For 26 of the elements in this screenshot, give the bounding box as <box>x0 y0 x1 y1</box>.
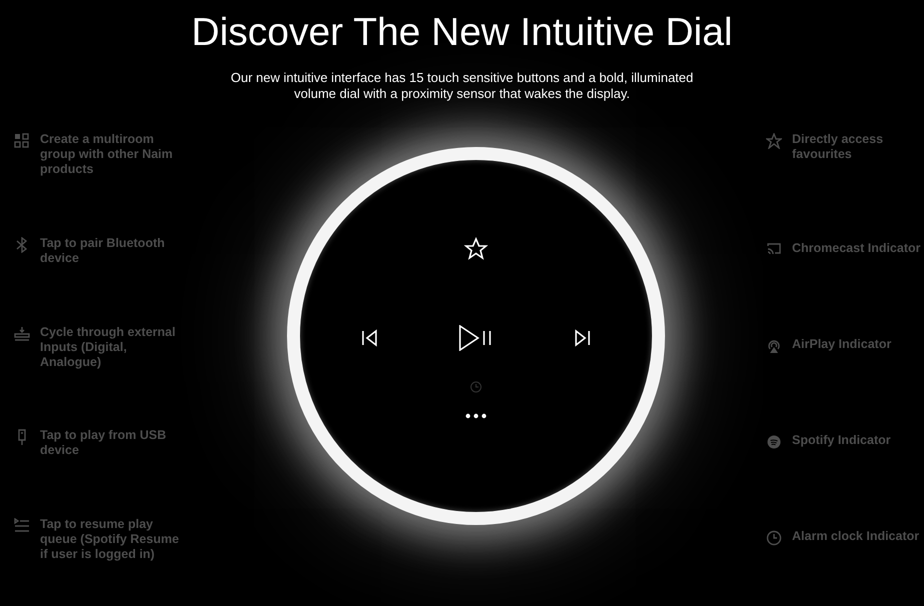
previous-icon[interactable] <box>361 329 379 347</box>
clock-icon <box>470 381 482 393</box>
page-title: Discover The New Intuitive Dial <box>191 10 733 56</box>
feature-text: Alarm clock Indicator <box>792 529 920 544</box>
more-icon[interactable] <box>465 413 487 419</box>
airplay-icon <box>766 338 782 354</box>
bluetooth-icon <box>14 236 30 253</box>
feature-text: Directly access favourites <box>792 132 884 162</box>
play-pause-icon[interactable] <box>458 325 494 351</box>
feature-text: Chromecast Indicator <box>792 241 922 256</box>
next-icon[interactable] <box>573 329 591 347</box>
list-icon <box>14 518 30 534</box>
subtitle: Our new intuitive interface has 15 touch sensitive buttons and a bold, illuminated volume dial with a proximity sensor that wakes the display. <box>230 70 694 102</box>
feature-text: Tap to pair Bluetooth device <box>40 236 166 266</box>
feature-text: Cycle through external Inputs (Digital, Analogue) <box>40 324 176 370</box>
feature-text: Create a multiroom group with other Naim products <box>40 132 174 177</box>
feature-text: AirPlay Indicator <box>792 337 892 352</box>
clock-icon <box>766 530 782 546</box>
star-icon <box>766 133 782 149</box>
input-icon <box>14 326 30 342</box>
spotify-icon <box>766 434 782 450</box>
feature-text: Tap to play from USB device <box>40 428 168 458</box>
grid-icon <box>14 133 30 149</box>
feature-text: Spotify Indicator <box>792 433 892 448</box>
star-icon[interactable] <box>464 237 488 261</box>
feature-text: Tap to resume play queue (Spotify Resume if user is logged in) <box>40 517 180 562</box>
